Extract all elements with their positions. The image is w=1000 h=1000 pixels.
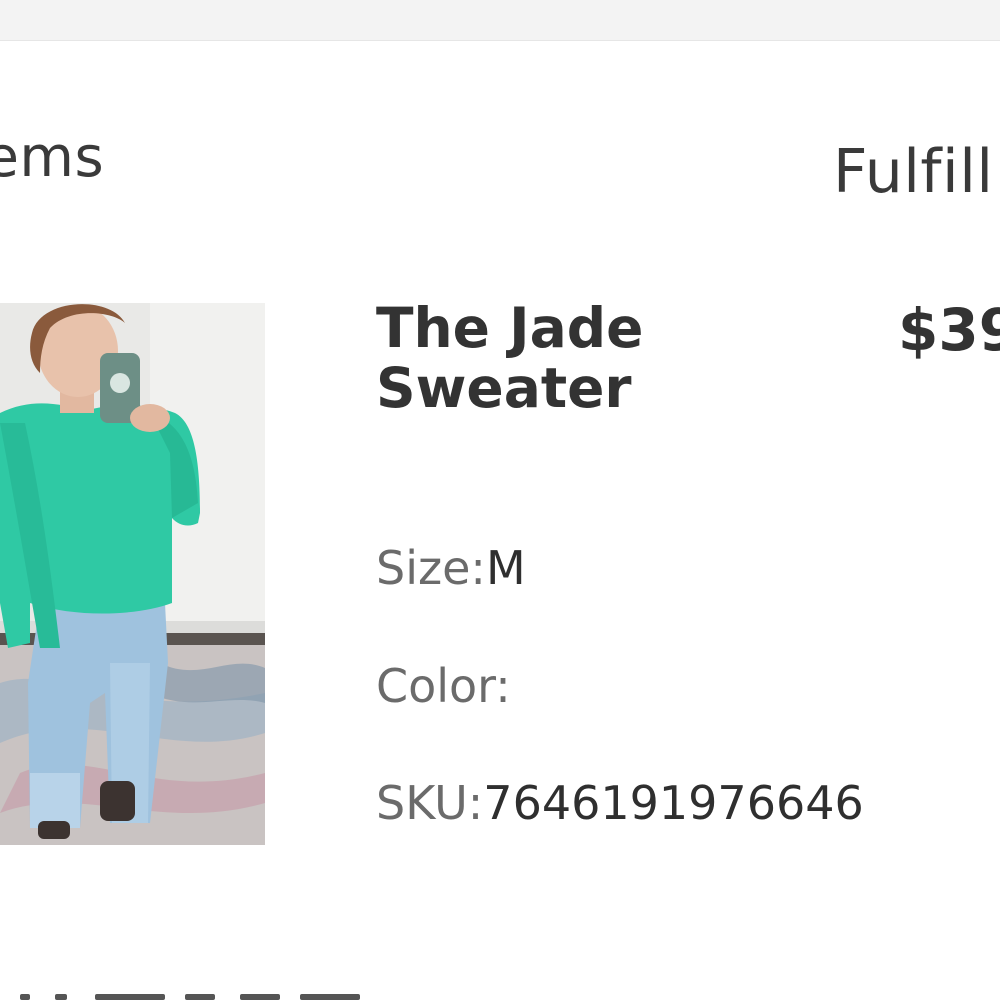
browser-top-bar: [0, 0, 1000, 41]
sku-label: SKU:: [376, 776, 484, 830]
product-color: Color:: [376, 663, 511, 709]
fulfillment-section-title: Fulfill: [833, 137, 994, 207]
product-sku: SKU:7646191976646: [376, 780, 864, 826]
next-row-cut-off: [0, 986, 1000, 1000]
product-image[interactable]: [0, 303, 265, 845]
product-price: $39: [898, 296, 1000, 364]
product-name[interactable]: The Jade Sweater: [376, 298, 656, 418]
items-section-title: tems: [0, 125, 105, 190]
color-label: Color:: [376, 659, 511, 713]
size-value: M: [485, 541, 526, 595]
size-label: Size:: [376, 541, 486, 595]
sku-value: 7646191976646: [483, 776, 864, 830]
product-size: Size:M: [376, 545, 526, 591]
